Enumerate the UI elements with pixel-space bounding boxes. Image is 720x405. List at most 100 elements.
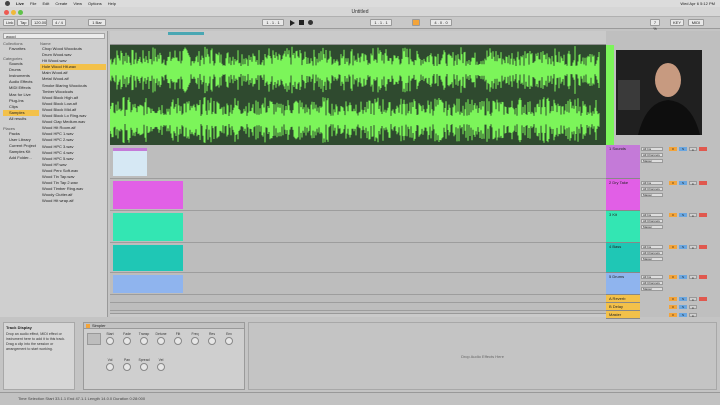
list-item[interactable]: Wood Hit wrap.aif: [40, 198, 106, 204]
input-channel-select[interactable]: All Channels: [641, 219, 663, 223]
menu-options[interactable]: Options: [88, 1, 102, 6]
input-type-select[interactable]: All Ins: [641, 147, 663, 151]
knob[interactable]: [140, 363, 148, 371]
solo-button[interactable]: S: [679, 245, 687, 249]
song-position[interactable]: 1 . 1 . 1: [262, 19, 284, 26]
clip[interactable]: [113, 275, 183, 293]
return-lane-a[interactable]: [110, 295, 606, 303]
play-icon[interactable]: [290, 20, 295, 26]
pan-control[interactable]: C: [689, 305, 697, 310]
pan-control[interactable]: C: [689, 313, 697, 318]
track-activator[interactable]: 0: [669, 245, 677, 249]
track-lane-drums[interactable]: [110, 273, 606, 295]
arm-button[interactable]: [699, 181, 707, 185]
device-drop-zone[interactable]: Drop Audio Effects Here: [248, 322, 717, 390]
loop-brace[interactable]: [168, 32, 204, 35]
key-map-button[interactable]: KEY: [670, 19, 684, 26]
track-name[interactable]: 4 Bass: [609, 244, 621, 249]
track-activator[interactable]: 0: [669, 275, 677, 279]
track-header[interactable]: A Reverb: [606, 295, 640, 303]
midi-map-button[interactable]: MIDI: [688, 19, 704, 26]
track-name[interactable]: 1 Sounds: [609, 146, 626, 151]
loop-length-field[interactable]: 4 . 0 . 0: [430, 19, 452, 26]
clip[interactable]: [113, 245, 183, 271]
knob[interactable]: [106, 337, 114, 345]
solo-button[interactable]: S: [679, 213, 687, 217]
arm-button[interactable]: [699, 297, 707, 301]
solo-button[interactable]: S: [679, 147, 687, 151]
track-lane-sounds[interactable]: [110, 145, 606, 179]
input-type-select[interactable]: All Ins: [641, 213, 663, 217]
input-type-select[interactable]: All Ins: [641, 245, 663, 249]
track-name[interactable]: 3 Kit: [609, 212, 617, 217]
knob[interactable]: [123, 363, 131, 371]
menu-create[interactable]: Create: [55, 1, 67, 6]
track-name[interactable]: Master: [609, 312, 621, 317]
track-header[interactable]: 4 Bass: [606, 243, 640, 273]
tempo-field[interactable]: 120.00: [31, 19, 47, 26]
pan-control[interactable]: C: [689, 297, 697, 302]
track-name[interactable]: 5 Drums: [609, 274, 624, 279]
output-select[interactable]: Master: [641, 257, 663, 261]
output-select[interactable]: Master: [641, 287, 663, 291]
track-activator[interactable]: 0: [669, 297, 677, 301]
solo-button[interactable]: S: [679, 305, 687, 309]
sidebar-item-favorites[interactable]: Favorites: [3, 46, 39, 52]
audio-clip-waveform[interactable]: [109, 45, 606, 145]
pan-control[interactable]: C: [689, 213, 697, 218]
track-activator[interactable]: 0: [669, 181, 677, 185]
quantize-menu[interactable]: 1 Bar: [88, 19, 106, 26]
knob[interactable]: [191, 337, 199, 345]
clip[interactable]: [113, 148, 147, 176]
track-name[interactable]: B Delay: [609, 304, 623, 309]
track-header[interactable]: 5 Drums: [606, 273, 640, 295]
sidebar-item[interactable]: Add Folder...: [3, 155, 39, 161]
track-header[interactable]: 2 Dry Take: [606, 179, 640, 211]
device-toggle[interactable]: [86, 324, 90, 328]
track-name[interactable]: 2 Dry Take: [609, 180, 628, 185]
loop-toggle[interactable]: [412, 19, 420, 26]
track-lane-kit[interactable]: [110, 211, 606, 243]
knob[interactable]: [174, 337, 182, 345]
menu-file[interactable]: File: [30, 1, 36, 6]
clip[interactable]: [113, 181, 183, 209]
menu-edit[interactable]: Edit: [42, 1, 49, 6]
timeline-ruler[interactable]: [110, 31, 606, 45]
track-activator[interactable]: 0: [669, 147, 677, 151]
sidebar-item[interactable]: All results: [3, 116, 39, 122]
menu-view[interactable]: View: [73, 1, 82, 6]
clip[interactable]: [113, 213, 183, 241]
time-signature[interactable]: 4 / 4: [52, 19, 66, 26]
arrangement-scrollbar[interactable]: [110, 313, 606, 317]
input-type-select[interactable]: All Ins: [641, 275, 663, 279]
track-header[interactable]: 1 Sounds: [606, 145, 640, 179]
input-type-select[interactable]: All Ins: [641, 181, 663, 185]
input-channel-select[interactable]: All Channels: [641, 153, 663, 157]
solo-button[interactable]: S: [679, 275, 687, 279]
track-activator[interactable]: 0: [669, 305, 677, 309]
apple-icon[interactable]: [5, 1, 10, 6]
menu-help[interactable]: Help: [108, 1, 116, 6]
solo-button[interactable]: S: [679, 181, 687, 185]
arm-button[interactable]: [699, 245, 707, 249]
loop-start-field[interactable]: 1 . 1 . 1: [370, 19, 392, 26]
track-lane-bass[interactable]: [110, 243, 606, 273]
knob[interactable]: [157, 363, 165, 371]
knob[interactable]: [123, 337, 131, 345]
pan-control[interactable]: C: [689, 245, 697, 250]
search-input[interactable]: wood: [3, 33, 105, 39]
arm-button[interactable]: [699, 275, 707, 279]
pan-control[interactable]: C: [689, 147, 697, 152]
track-activator[interactable]: 0: [669, 313, 677, 317]
knob[interactable]: [140, 337, 148, 345]
track-header[interactable]: 3 Kit: [606, 211, 640, 243]
solo-button[interactable]: S: [679, 297, 687, 301]
knob[interactable]: [106, 363, 114, 371]
solo-button[interactable]: S: [679, 313, 687, 317]
pan-control[interactable]: C: [689, 181, 697, 186]
knob[interactable]: [225, 337, 233, 345]
device-title[interactable]: Simpler: [84, 323, 244, 329]
track-header[interactable]: Master: [606, 311, 640, 319]
output-select[interactable]: Master: [641, 225, 663, 229]
knob[interactable]: [157, 337, 165, 345]
